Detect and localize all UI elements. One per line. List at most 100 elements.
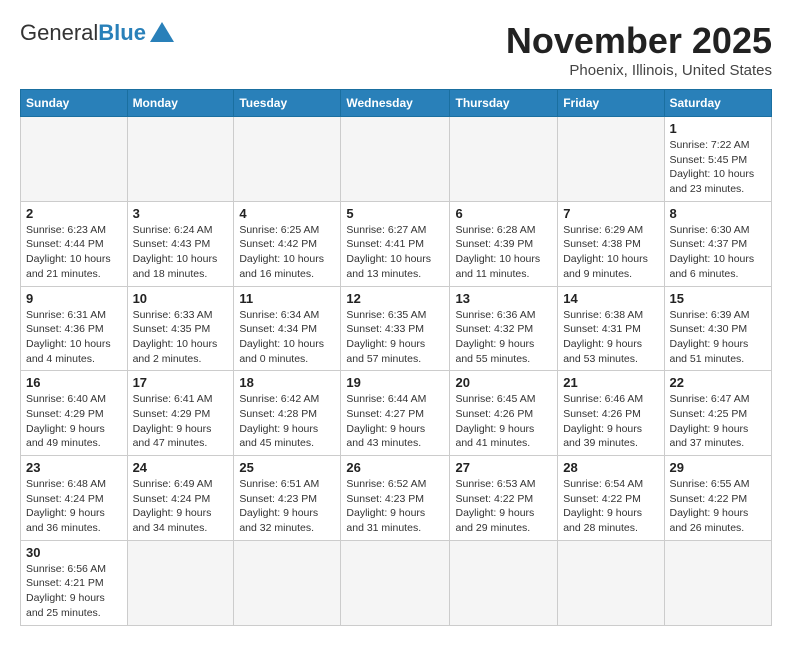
- weekday-header-friday: Friday: [558, 90, 664, 117]
- day-info: Sunrise: 6:31 AM Sunset: 4:36 PM Dayligh…: [26, 308, 122, 367]
- day-number: 12: [346, 291, 444, 306]
- day-number: 13: [455, 291, 552, 306]
- logo-triangle-icon: [150, 22, 174, 42]
- day-info: Sunrise: 6:45 AM Sunset: 4:26 PM Dayligh…: [455, 392, 552, 451]
- calendar-cell: 7Sunrise: 6:29 AM Sunset: 4:38 PM Daylig…: [558, 201, 664, 286]
- calendar-cell: 5Sunrise: 6:27 AM Sunset: 4:41 PM Daylig…: [341, 201, 450, 286]
- day-number: 2: [26, 206, 122, 221]
- day-info: Sunrise: 6:39 AM Sunset: 4:30 PM Dayligh…: [670, 308, 767, 367]
- calendar-cell: [127, 117, 234, 202]
- calendar-cell: 24 Sunrise: 6:49 AM Sunset: 4:24 PM Dayli…: [127, 456, 234, 541]
- day-number: 9: [26, 291, 122, 306]
- calendar-cell: 11Sunrise: 6:34 AM Sunset: 4:34 PM Dayli…: [234, 286, 341, 371]
- calendar-cell: 4 Sunrise: 6:25 AM Sunset: 4:42 PM Daylig…: [234, 201, 341, 286]
- day-info: Sunrise: 6:52 AM Sunset: 4:23 PM Dayligh…: [346, 477, 444, 536]
- header: General Blue November 2025 Phoenix, Illi…: [20, 20, 772, 79]
- day-info: Sunrise: 6:23 AM Sunset: 4:44 PM Dayligh…: [26, 223, 122, 282]
- calendar-cell: 6Sunrise: 6:28 AM Sunset: 4:39 PM Daylig…: [450, 201, 558, 286]
- location: Phoenix, Illinois, United States: [506, 62, 772, 79]
- calendar-cell: [558, 540, 664, 625]
- day-number: 19: [346, 375, 444, 390]
- weekday-header-tuesday: Tuesday: [234, 90, 341, 117]
- calendar-cell: 28 Sunrise: 6:54 AM Sunset: 4:22 PM Dayli…: [558, 456, 664, 541]
- month-title: November 2025: [506, 20, 772, 62]
- day-info: Sunrise: 6:28 AM Sunset: 4:39 PM Dayligh…: [455, 223, 552, 282]
- calendar-cell: 27 Sunrise: 6:53 AM Sunset: 4:22 PM Dayli…: [450, 456, 558, 541]
- day-info: Sunrise: 6:41 AM Sunset: 4:29 PM Dayligh…: [133, 392, 229, 451]
- calendar-cell: [450, 117, 558, 202]
- logo: General Blue: [20, 20, 174, 46]
- day-number: 14: [563, 291, 658, 306]
- day-number: 27: [455, 460, 552, 475]
- day-info: Sunrise: 6:49 AM Sunset: 4:24 PM Dayligh…: [133, 477, 229, 536]
- calendar-cell: 12 Sunrise: 6:35 AM Sunset: 4:33 PM Dayli…: [341, 286, 450, 371]
- weekday-header-sunday: Sunday: [21, 90, 128, 117]
- day-info: Sunrise: 6:35 AM Sunset: 4:33 PM Dayligh…: [346, 308, 444, 367]
- calendar-cell: [234, 117, 341, 202]
- day-number: 21: [563, 375, 658, 390]
- day-number: 4: [239, 206, 335, 221]
- calendar-cell: 25Sunrise: 6:51 AM Sunset: 4:23 PM Dayli…: [234, 456, 341, 541]
- calendar-week-row: 23 Sunrise: 6:48 AM Sunset: 4:24 PM Dayli…: [21, 456, 772, 541]
- calendar-cell: 30Sunrise: 6:56 AM Sunset: 4:21 PM Dayli…: [21, 540, 128, 625]
- calendar-cell: 17Sunrise: 6:41 AM Sunset: 4:29 PM Dayli…: [127, 371, 234, 456]
- calendar-week-row: 1 Sunrise: 7:22 AM Sunset: 5:45 PM Daylig…: [21, 117, 772, 202]
- calendar-cell: 21 Sunrise: 6:46 AM Sunset: 4:26 PM Dayli…: [558, 371, 664, 456]
- day-info: Sunrise: 6:42 AM Sunset: 4:28 PM Dayligh…: [239, 392, 335, 451]
- day-number: 22: [670, 375, 767, 390]
- calendar-cell: 26 Sunrise: 6:52 AM Sunset: 4:23 PM Dayli…: [341, 456, 450, 541]
- day-info: Sunrise: 6:38 AM Sunset: 4:31 PM Dayligh…: [563, 308, 658, 367]
- calendar-cell: 29Sunrise: 6:55 AM Sunset: 4:22 PM Dayli…: [664, 456, 772, 541]
- day-info: Sunrise: 6:36 AM Sunset: 4:32 PM Dayligh…: [455, 308, 552, 367]
- day-number: 1: [670, 121, 767, 136]
- weekday-header-thursday: Thursday: [450, 90, 558, 117]
- day-info: Sunrise: 6:53 AM Sunset: 4:22 PM Dayligh…: [455, 477, 552, 536]
- calendar-cell: 8Sunrise: 6:30 AM Sunset: 4:37 PM Daylig…: [664, 201, 772, 286]
- day-info: Sunrise: 6:48 AM Sunset: 4:24 PM Dayligh…: [26, 477, 122, 536]
- calendar-cell: [21, 117, 128, 202]
- calendar-cell: 2 Sunrise: 6:23 AM Sunset: 4:44 PM Daylig…: [21, 201, 128, 286]
- calendar-week-row: 2 Sunrise: 6:23 AM Sunset: 4:44 PM Daylig…: [21, 201, 772, 286]
- day-info: Sunrise: 6:25 AM Sunset: 4:42 PM Dayligh…: [239, 223, 335, 282]
- day-number: 25: [239, 460, 335, 475]
- day-info: Sunrise: 7:22 AM Sunset: 5:45 PM Dayligh…: [670, 138, 767, 197]
- calendar-cell: 22Sunrise: 6:47 AM Sunset: 4:25 PM Dayli…: [664, 371, 772, 456]
- day-info: Sunrise: 6:33 AM Sunset: 4:35 PM Dayligh…: [133, 308, 229, 367]
- calendar-cell: 1 Sunrise: 7:22 AM Sunset: 5:45 PM Daylig…: [664, 117, 772, 202]
- calendar-cell: 16Sunrise: 6:40 AM Sunset: 4:29 PM Dayli…: [21, 371, 128, 456]
- calendar-cell: 20Sunrise: 6:45 AM Sunset: 4:26 PM Dayli…: [450, 371, 558, 456]
- day-number: 24: [133, 460, 229, 475]
- calendar-week-row: 16Sunrise: 6:40 AM Sunset: 4:29 PM Dayli…: [21, 371, 772, 456]
- day-number: 30: [26, 545, 122, 560]
- calendar-cell: 23 Sunrise: 6:48 AM Sunset: 4:24 PM Dayli…: [21, 456, 128, 541]
- calendar-cell: [234, 540, 341, 625]
- calendar-cell: 9 Sunrise: 6:31 AM Sunset: 4:36 PM Daylig…: [21, 286, 128, 371]
- calendar-cell: [341, 117, 450, 202]
- calendar-cell: 10 Sunrise: 6:33 AM Sunset: 4:35 PM Dayli…: [127, 286, 234, 371]
- day-info: Sunrise: 6:54 AM Sunset: 4:22 PM Dayligh…: [563, 477, 658, 536]
- calendar-cell: [558, 117, 664, 202]
- day-info: Sunrise: 6:30 AM Sunset: 4:37 PM Dayligh…: [670, 223, 767, 282]
- calendar-cell: 3 Sunrise: 6:24 AM Sunset: 4:43 PM Daylig…: [127, 201, 234, 286]
- day-info: Sunrise: 6:34 AM Sunset: 4:34 PM Dayligh…: [239, 308, 335, 367]
- weekday-header-row: SundayMondayTuesdayWednesdayThursdayFrid…: [21, 90, 772, 117]
- day-info: Sunrise: 6:55 AM Sunset: 4:22 PM Dayligh…: [670, 477, 767, 536]
- calendar-cell: 14 Sunrise: 6:38 AM Sunset: 4:31 PM Dayli…: [558, 286, 664, 371]
- calendar-cell: 19Sunrise: 6:44 AM Sunset: 4:27 PM Dayli…: [341, 371, 450, 456]
- day-info: Sunrise: 6:27 AM Sunset: 4:41 PM Dayligh…: [346, 223, 444, 282]
- calendar-cell: 15Sunrise: 6:39 AM Sunset: 4:30 PM Dayli…: [664, 286, 772, 371]
- logo-general-text: General: [20, 20, 98, 46]
- day-info: Sunrise: 6:29 AM Sunset: 4:38 PM Dayligh…: [563, 223, 658, 282]
- day-info: Sunrise: 6:46 AM Sunset: 4:26 PM Dayligh…: [563, 392, 658, 451]
- weekday-header-saturday: Saturday: [664, 90, 772, 117]
- logo-blue-text: Blue: [98, 20, 146, 46]
- day-number: 3: [133, 206, 229, 221]
- day-number: 28: [563, 460, 658, 475]
- calendar-week-row: 9 Sunrise: 6:31 AM Sunset: 4:36 PM Daylig…: [21, 286, 772, 371]
- day-number: 10: [133, 291, 229, 306]
- day-number: 23: [26, 460, 122, 475]
- day-info: Sunrise: 6:24 AM Sunset: 4:43 PM Dayligh…: [133, 223, 229, 282]
- day-number: 16: [26, 375, 122, 390]
- weekday-header-monday: Monday: [127, 90, 234, 117]
- day-number: 26: [346, 460, 444, 475]
